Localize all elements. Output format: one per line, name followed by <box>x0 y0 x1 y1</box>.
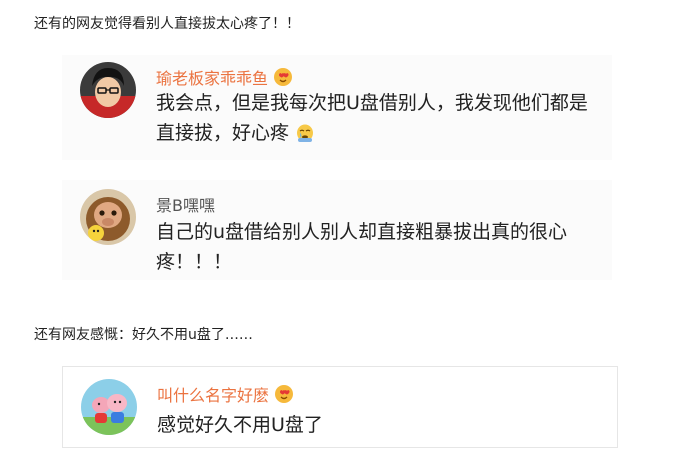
comment-text: 我会点，但是我每次把U盘借别人，我发现他们都是直接拔，好心疼 <box>156 92 588 144</box>
username[interactable]: 景B嘿嘿 <box>156 192 215 216</box>
weibo-comments-page: 还有的网友觉得看别人直接拔太心疼了！！ 瑜老板家乖乖鱼 我会点，但是我每次把U盘… <box>0 0 679 474</box>
username-row: 景B嘿嘿 <box>156 192 215 216</box>
avatar[interactable] <box>80 62 136 118</box>
comment-card: 瑜老板家乖乖鱼 我会点，但是我每次把U盘借别人，我发现他们都是直接拔，好心疼 <box>62 55 612 160</box>
intro-text: 还有的网友觉得看别人直接拔太心疼了！！ <box>34 16 300 32</box>
comment-text: 感觉好久不用U盘了 <box>157 414 323 436</box>
comment-card: 景B嘿嘿 自己的u盘借给别人别人却直接粗暴拔出真的很心疼！！！ <box>62 180 612 280</box>
heart-badge-icon <box>274 384 294 404</box>
username[interactable]: 叫什么名字好麽 <box>157 382 269 406</box>
comment-text: 自己的u盘借给别人别人却直接粗暴拔出真的很心疼！！！ <box>156 221 568 273</box>
username[interactable]: 瑜老板家乖乖鱼 <box>156 65 268 89</box>
username-row: 叫什么名字好麽 <box>157 382 294 406</box>
crying-emoji-icon <box>295 121 315 143</box>
username-row: 瑜老板家乖乖鱼 <box>156 65 293 89</box>
heart-badge-icon <box>273 67 293 87</box>
avatar[interactable] <box>80 189 136 245</box>
avatar[interactable] <box>81 379 137 435</box>
comment-card: 叫什么名字好麽 感觉好久不用U盘了 <box>62 366 618 448</box>
intro-text: 还有网友感慨：好久不用u盘了…… <box>34 327 253 343</box>
